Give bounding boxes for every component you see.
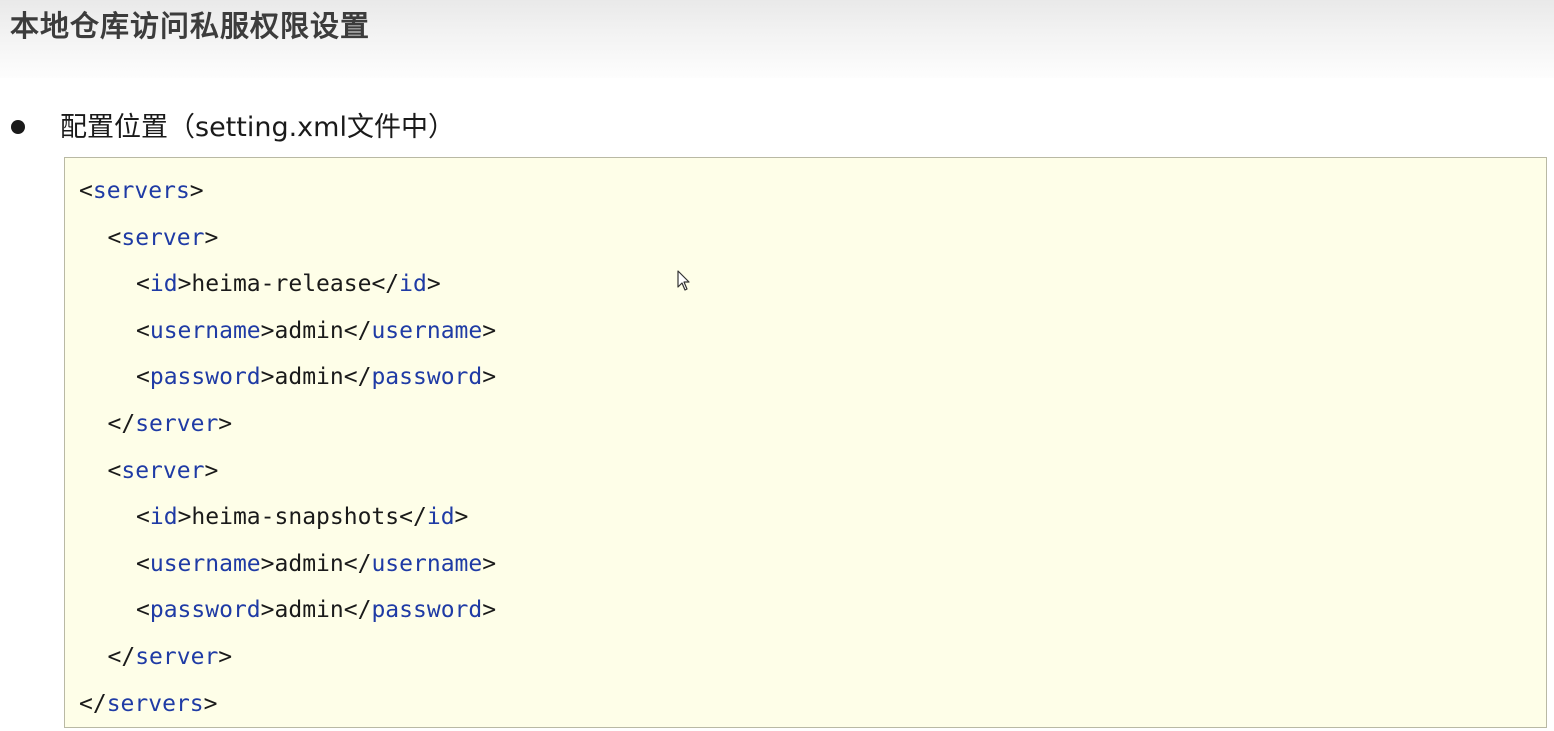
tag-name: servers <box>106 690 204 717</box>
tag-bracket: < <box>136 364 150 391</box>
tag-value: heima-release <box>191 271 372 298</box>
tag-bracket: > <box>177 271 192 298</box>
tag-bracket: > <box>482 317 497 344</box>
tag-name: server <box>121 457 205 484</box>
tag-name: username <box>149 317 261 344</box>
tag-name: password <box>371 364 483 391</box>
tag-name: password <box>371 597 483 624</box>
tag-bracket: > <box>203 690 218 717</box>
tag-bracket: < <box>79 178 93 204</box>
tag-bracket: </ <box>343 550 372 577</box>
tag-name: server <box>135 644 219 670</box>
tag-bracket: </ <box>343 364 372 391</box>
tag-bracket: </ <box>343 317 372 344</box>
bullet-text: 配置位置（setting.xml文件中） <box>60 112 455 143</box>
tag-bracket: > <box>260 597 275 624</box>
code-line: <username>admin</username> <box>136 544 496 584</box>
mouse-pointer-icon <box>677 270 690 291</box>
tag-name: id <box>149 271 178 298</box>
tag-bracket: < <box>136 550 150 577</box>
code-line: </servers> <box>79 684 218 724</box>
tag-bracket: </ <box>371 271 400 298</box>
tag-bracket: </ <box>107 411 136 437</box>
code-line: <server> <box>108 451 219 491</box>
code-line: <server> <box>108 218 219 258</box>
tag-name: id <box>399 271 427 298</box>
tag-value: heima-snapshots <box>191 504 400 531</box>
tag-value: admin <box>274 597 344 624</box>
tag-bracket: > <box>482 597 497 624</box>
tag-bracket: </ <box>343 597 372 624</box>
tag-name: password <box>149 364 261 391</box>
tag-value: admin <box>274 364 344 391</box>
tag-bracket: > <box>204 457 219 484</box>
code-line: <servers> <box>79 171 204 211</box>
code-block: <servers> <server> <id>heima-release</id> <… <box>64 157 1547 728</box>
tag-bracket: > <box>189 178 204 204</box>
code-line: <password>admin</password> <box>136 357 496 397</box>
tag-bracket: > <box>482 364 497 391</box>
code-line: </server> <box>108 404 233 444</box>
tag-bracket: < <box>107 457 122 484</box>
tag-name: id <box>149 504 178 531</box>
tag-bracket: > <box>218 411 233 437</box>
code-line: <password>admin</password> <box>136 590 496 630</box>
tag-bracket: < <box>136 597 150 624</box>
code-line: <username>admin</username> <box>136 311 496 351</box>
tag-name: server <box>135 411 219 437</box>
tag-bracket: > <box>260 364 275 391</box>
tag-bracket: > <box>482 550 497 577</box>
tag-bracket: > <box>204 224 219 251</box>
tag-name: username <box>371 317 483 344</box>
tag-name: id <box>426 504 455 531</box>
code-line: </server> <box>108 637 233 677</box>
page-title: 本地仓库访问私服权限设置 <box>10 9 371 43</box>
tag-name: servers <box>92 178 190 204</box>
tag-bracket: < <box>136 504 150 531</box>
bullet-dot-icon <box>11 120 25 134</box>
tag-bracket: > <box>218 644 233 670</box>
tag-bracket: < <box>107 224 122 251</box>
code-line: <id>heima-release</id> <box>136 264 441 304</box>
tag-bracket: > <box>426 271 441 298</box>
tag-name: password <box>149 597 261 624</box>
tag-bracket: < <box>136 317 150 344</box>
tag-bracket: </ <box>399 504 427 531</box>
tag-bracket: > <box>260 317 275 344</box>
tag-name: username <box>371 550 483 577</box>
tag-bracket: </ <box>107 644 136 670</box>
tag-value: admin <box>274 550 344 577</box>
bullet-item: 配置位置（setting.xml文件中） <box>0 108 900 148</box>
tag-bracket: > <box>177 504 192 531</box>
tag-bracket: </ <box>79 690 107 717</box>
code-line: <id>heima-snapshots</id> <box>136 497 468 537</box>
tag-value: admin <box>274 317 344 344</box>
tag-name: server <box>121 224 205 251</box>
tag-bracket: < <box>136 271 150 298</box>
tag-bracket: > <box>454 504 469 531</box>
tag-bracket: > <box>260 550 275 577</box>
tag-name: username <box>149 550 261 577</box>
